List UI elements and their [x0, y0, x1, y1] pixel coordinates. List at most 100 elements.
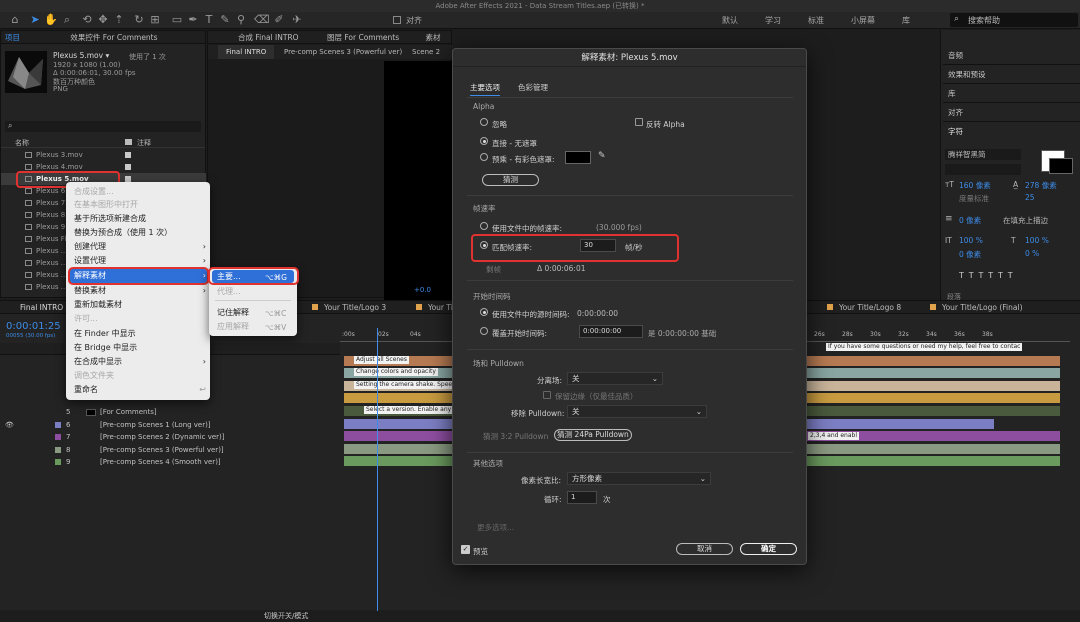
- layer-row[interactable]: 7 [Pre-comp Scenes 2 (Dynamic ver)]: [0, 431, 340, 444]
- submenu-proxy[interactable]: 代理...: [217, 285, 241, 298]
- menu-set-proxy[interactable]: 设置代理 ›: [74, 254, 206, 267]
- marker-comment[interactable]: Adjust all Scenes: [354, 356, 409, 364]
- workspace-learn[interactable]: 学习: [765, 15, 781, 26]
- vscale-value[interactable]: 100 %: [959, 236, 983, 245]
- col-comment[interactable]: 注释: [137, 138, 151, 148]
- brush-tool-icon[interactable]: ✎: [218, 13, 232, 27]
- marker-comment[interactable]: 2,3,4 and enabl: [808, 432, 860, 440]
- anchor-tool-icon[interactable]: ⊞: [148, 13, 162, 27]
- menu-license[interactable]: 许可...: [74, 312, 98, 325]
- menu-reveal-bridge[interactable]: 在 Bridge 中显示: [74, 341, 137, 354]
- hscale-value[interactable]: 100 %: [1025, 236, 1049, 245]
- submenu-remember[interactable]: 记住解释: [217, 306, 249, 319]
- snap-checkbox[interactable]: [393, 16, 401, 24]
- search-help-field[interactable]: ⌕ 搜索帮助: [950, 13, 1078, 27]
- tab-project[interactable]: 项目: [1, 33, 24, 42]
- menu-reveal-in-comp[interactable]: 在合成中显示 ›: [74, 355, 206, 368]
- project-search-input[interactable]: ⌕: [5, 121, 201, 132]
- stroke-mode-select[interactable]: 在填充上描边: [1003, 215, 1048, 226]
- orbit-tool-icon[interactable]: ⟲: [80, 13, 94, 27]
- menu-new-comp-from-selection[interactable]: 基于所选项新建合成: [74, 212, 146, 225]
- crumb-precomp-3[interactable]: Pre-comp Scenes 3 (Powerful ver): [284, 45, 402, 59]
- font-family-select[interactable]: 腾祥智黑简: [945, 149, 1021, 160]
- workspace-standard[interactable]: 标准: [808, 15, 824, 26]
- dolly-tool-icon[interactable]: ⇡: [112, 13, 126, 27]
- text-style-buttons[interactable]: TTTTTT: [959, 271, 1018, 280]
- exposure-value[interactable]: +0.0: [414, 286, 431, 294]
- baseline-value[interactable]: 0 像素: [959, 249, 981, 260]
- pan-tool-icon[interactable]: ✥: [96, 13, 110, 27]
- radio-use-file-framerate[interactable]: [480, 222, 488, 230]
- layer-row[interactable]: 8 [Pre-comp Scenes 3 (Powerful ver)]: [0, 444, 340, 457]
- stroke-width-value[interactable]: 0 像素: [959, 215, 981, 226]
- tab-title-logo-3[interactable]: Your Title/Logo 3: [320, 301, 390, 314]
- font-size-value[interactable]: 160 像素: [959, 180, 991, 191]
- crumb-scene-2[interactable]: Scene 2: [412, 45, 440, 59]
- layer-row[interactable]: 👁 6 [Pre-comp Scenes 1 (Long ver)]: [0, 419, 340, 432]
- marker-comment[interactable]: If you have some questions or need my he…: [826, 343, 1023, 351]
- radio-alpha-straight[interactable]: [480, 137, 488, 145]
- eraser-tool-icon[interactable]: ⌫: [254, 13, 270, 27]
- more-options-button[interactable]: 更多选项...: [477, 522, 514, 533]
- matte-color-swatch[interactable]: [565, 151, 591, 164]
- tab-title-logo-final[interactable]: Your Title/Logo (Final): [938, 301, 1027, 314]
- radio-override-timecode[interactable]: [480, 327, 488, 335]
- layer-row[interactable]: 9 [Pre-comp Scenes 4 (Smooth ver)]: [0, 456, 340, 469]
- project-item[interactable]: Plexus 4.mov: [1, 161, 206, 173]
- menu-replace-footage[interactable]: 替换素材 ›: [74, 284, 206, 297]
- tab-color-management[interactable]: 色彩管理: [518, 82, 548, 93]
- remove-pulldown-select[interactable]: 关 ⌄: [567, 405, 707, 418]
- current-timecode[interactable]: 0:00:01:25: [6, 321, 61, 332]
- tsume-value[interactable]: 0 %: [1025, 249, 1039, 258]
- shape-tool-icon[interactable]: ▭: [170, 13, 184, 27]
- workspace-library[interactable]: 库: [902, 15, 910, 26]
- radio-alpha-ignore[interactable]: [480, 118, 488, 126]
- workspace-default[interactable]: 默认: [722, 15, 738, 26]
- zoom-tool-icon[interactable]: ⌕: [60, 13, 74, 27]
- comp-canvas[interactable]: [384, 61, 453, 301]
- menu-open-essential-graphics[interactable]: 在基本图形中打开: [74, 198, 138, 211]
- menu-create-proxy[interactable]: 创建代理 ›: [74, 240, 206, 253]
- panel-character[interactable]: 字符: [943, 124, 1080, 141]
- tab-effect-controls[interactable]: 效果控件 For Comments: [66, 33, 161, 42]
- tab-layer[interactable]: 图层 For Comments: [323, 33, 403, 42]
- menu-replace-precomp[interactable]: 替换为预合成（使用 1 次）: [74, 226, 172, 239]
- menu-color-file[interactable]: 调色文件夹: [74, 369, 114, 382]
- pen-tool-icon[interactable]: ✒: [186, 13, 200, 27]
- col-name[interactable]: 名称: [15, 138, 29, 148]
- panel-audio[interactable]: 音频: [943, 48, 1080, 65]
- panel-libraries[interactable]: 库: [943, 86, 1080, 103]
- separate-fields-select[interactable]: 关 ⌄: [567, 372, 663, 385]
- hand-tool-icon[interactable]: ✋: [44, 13, 58, 27]
- layer-row[interactable]: 5 [For Comments]: [0, 406, 340, 419]
- loop-input[interactable]: 1: [567, 491, 597, 504]
- ok-button[interactable]: 确定: [740, 543, 797, 555]
- font-style-select[interactable]: [945, 164, 1021, 175]
- tab-final-intro[interactable]: Final INTRO: [16, 301, 67, 314]
- guess-24pa-pulldown-button[interactable]: 猜测 24Pa Pulldown: [554, 429, 632, 441]
- menu-rename[interactable]: 重命名 ↩: [74, 383, 206, 396]
- marker-comment[interactable]: Change colors and opacity: [354, 368, 438, 376]
- tab-title-logo-8[interactable]: Your Title/Logo 8: [835, 301, 905, 314]
- panel-effects-presets[interactable]: 效果和预设: [943, 67, 1080, 84]
- puppet-tool-icon[interactable]: ✈: [290, 13, 304, 27]
- workspace-small[interactable]: 小屏幕: [851, 15, 875, 26]
- menu-comp-settings[interactable]: 合成设置...: [74, 185, 114, 198]
- menu-reveal-finder[interactable]: 在 Finder 中显示: [74, 327, 136, 340]
- clone-tool-icon[interactable]: ⚲: [234, 13, 248, 27]
- type-tool-icon[interactable]: T: [202, 13, 216, 27]
- home-icon[interactable]: ⌂: [8, 13, 22, 27]
- guess-32-pulldown[interactable]: 猜测 3:2 Pulldown: [483, 431, 548, 442]
- toggle-switches-modes-label[interactable]: 切换开关/模式: [264, 611, 308, 621]
- kerning-value[interactable]: 度量标准: [959, 193, 989, 204]
- stroke-color-swatch[interactable]: [1049, 158, 1073, 174]
- tab-composition[interactable]: 合成 Final INTRO: [234, 33, 303, 42]
- radio-use-source-timecode[interactable]: [480, 308, 488, 316]
- roto-tool-icon[interactable]: ✐: [272, 13, 286, 27]
- invert-alpha-checkbox[interactable]: [635, 118, 643, 126]
- rotate-tool-icon[interactable]: ↻: [132, 13, 146, 27]
- eyedropper-icon[interactable]: ✎: [598, 151, 606, 161]
- guess-alpha-button[interactable]: 猜测: [482, 174, 539, 186]
- crumb-final-intro[interactable]: Final INTRO: [218, 45, 275, 59]
- override-timecode-input[interactable]: 0:00:00:00: [579, 325, 643, 338]
